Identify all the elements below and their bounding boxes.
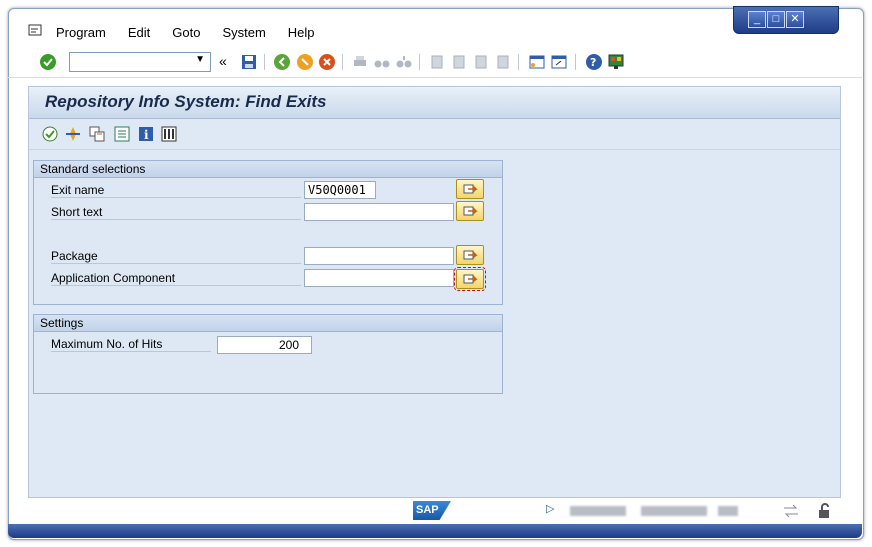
group-header: Standard selections [34,161,502,178]
first-page-icon[interactable] [428,53,446,71]
menu-icon[interactable] [27,22,45,40]
toolbar-separator [575,54,576,70]
exit-name-input[interactable]: V50Q0001 [304,181,376,199]
double-chevron-left-icon[interactable]: « [219,53,237,71]
group-header: Settings [34,315,502,332]
menu-bar: Program Edit Goto System Help [56,22,337,42]
package-multiple-selection-button[interactable] [456,245,484,265]
execute-icon[interactable] [41,125,59,143]
maximize-button[interactable]: □ [767,11,785,28]
system-info [570,506,626,516]
lock-icon [816,502,834,520]
multiple-selection-icon[interactable] [88,125,106,143]
short-text-multiple-selection-button[interactable] [456,201,484,221]
previous-page-icon[interactable] [450,53,468,71]
toolbar-separator [518,54,519,70]
application-component-label: Application Component [51,271,301,286]
menu-system[interactable]: System [222,25,265,40]
exit-name-label: Exit name [51,183,301,198]
customize-layout-icon[interactable] [607,53,625,71]
exit-icon[interactable] [296,53,314,71]
cancel-icon[interactable] [318,53,336,71]
arrow-right-icon [463,184,478,194]
last-page-icon[interactable] [494,53,512,71]
insert-overwrite-icon[interactable] [782,502,800,520]
svg-text:?: ? [590,56,596,69]
package-label: Package [51,249,301,264]
chevron-down-icon[interactable]: ▼ [195,54,205,65]
table-icon[interactable] [160,125,178,143]
settings-group: Settings [33,314,503,394]
arrow-right-icon [463,250,478,260]
status-expand-icon[interactable]: ▷ [546,502,564,520]
menu-program[interactable]: Program [56,25,106,40]
server-info [718,506,738,516]
minimize-button[interactable]: _ [748,11,766,28]
print-icon[interactable] [351,53,369,71]
close-button[interactable]: ✕ [786,11,804,28]
page-title: Repository Info System: Find Exits [45,92,327,111]
short-text-label: Short text [51,205,301,220]
title-bar: Repository Info System: Find Exits [29,87,840,119]
application-component-input[interactable] [304,269,454,287]
menu-goto[interactable]: Goto [172,25,200,40]
exit-name-multiple-selection-button[interactable] [456,179,484,199]
help-icon[interactable]: ? [585,53,603,71]
application-toolbar: i [29,119,840,150]
info-icon[interactable]: i [137,125,155,143]
next-page-icon[interactable] [472,53,490,71]
save-icon[interactable] [240,53,258,71]
window-controls: _ □ ✕ [733,6,839,34]
svg-text:i: i [144,128,149,142]
package-input[interactable] [304,247,454,265]
find-icon[interactable] [373,53,391,71]
max-hits-label: Maximum No. of Hits [51,337,211,352]
arrow-right-icon [463,206,478,216]
back-icon[interactable] [273,53,291,71]
command-field[interactable]: ▼ [69,52,211,72]
selection-options-icon[interactable] [64,125,82,143]
toolbar-separator [419,54,420,70]
create-session-icon[interactable] [528,53,546,71]
client-info [641,506,707,516]
menu-help[interactable]: Help [288,25,315,40]
window-bottom-bar [8,524,862,538]
application-component-multiple-selection-button[interactable] [454,267,486,291]
short-text-input[interactable] [304,203,454,221]
arrow-right-icon [463,274,478,284]
dynamic-selections-icon[interactable] [113,125,131,143]
toolbar-separator [342,54,343,70]
toolbar-separator [264,54,265,70]
find-next-icon[interactable] [395,53,413,71]
enter-icon[interactable] [39,53,57,71]
menu-edit[interactable]: Edit [128,25,150,40]
main-area: Repository Info System: Find Exits i Sta… [28,86,841,498]
shortcut-icon[interactable] [550,53,568,71]
max-hits-input[interactable]: 200 [217,336,312,354]
